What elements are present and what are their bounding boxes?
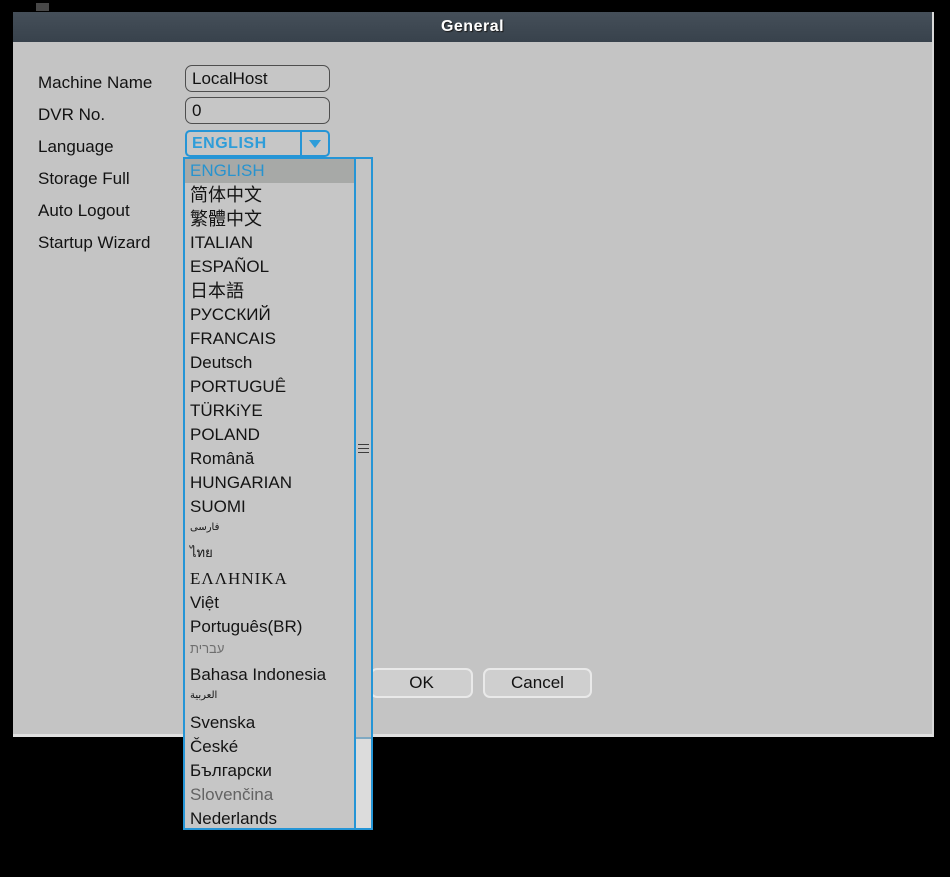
dropdown-option[interactable]: Bahasa Indonesia	[185, 663, 354, 687]
language-select-value: ENGLISH	[187, 135, 300, 153]
dropdown-option[interactable]: Việt	[185, 591, 354, 615]
dropdown-option[interactable]: České	[185, 735, 354, 759]
dropdown-option[interactable]: Български	[185, 759, 354, 783]
dropdown-option[interactable]: ไทย	[185, 543, 354, 567]
dropdown-option[interactable]: TÜRKiYE	[185, 399, 354, 423]
dropdown-option[interactable]: PORTUGUÊ	[185, 375, 354, 399]
dropdown-option[interactable]: العربية	[185, 687, 354, 711]
auto-logout-label: Auto Logout	[38, 201, 130, 221]
dropdown-option[interactable]: Svenska	[185, 711, 354, 735]
dropdown-option[interactable]: Deutsch	[185, 351, 354, 375]
dropdown-option[interactable]: Nederlands	[185, 807, 354, 828]
dropdown-option[interactable]: ΕΛΛΗΝΙΚΑ	[185, 567, 354, 591]
language-select-arrow-button[interactable]	[300, 132, 328, 155]
dropdown-option[interactable]: 简体中文	[185, 183, 354, 207]
dropdown-option[interactable]: Português(BR)	[185, 615, 354, 639]
dialog-title: General	[441, 18, 504, 36]
dvr-no-input[interactable]	[185, 97, 330, 124]
scrollbar-grip-icon	[358, 452, 369, 453]
chevron-down-icon	[309, 140, 321, 148]
dvr-no-label: DVR No.	[38, 105, 105, 125]
ok-button[interactable]: OK	[370, 668, 473, 698]
screen-artifact	[36, 3, 49, 11]
language-dropdown-list: ENGLISH简体中文繁體中文ITALIANESPAÑOL日本語РУССКИЙF…	[185, 159, 354, 828]
machine-name-input[interactable]	[185, 65, 330, 92]
language-select[interactable]: ENGLISH	[185, 130, 330, 157]
dropdown-option[interactable]: Slovenčina	[185, 783, 354, 807]
dropdown-scrollbar-thumb[interactable]	[356, 159, 371, 739]
dropdown-scrollbar[interactable]	[354, 159, 371, 828]
dropdown-option[interactable]: SUOMI	[185, 495, 354, 519]
storage-full-label: Storage Full	[38, 169, 130, 189]
dropdown-option[interactable]: فارسی	[185, 519, 354, 543]
general-settings-dialog: General Machine Name DVR No. Language St…	[13, 12, 934, 737]
dropdown-option[interactable]: 繁體中文	[185, 207, 354, 231]
scrollbar-grip-icon	[358, 444, 369, 445]
dropdown-option[interactable]: РУССКИЙ	[185, 303, 354, 327]
dropdown-option[interactable]: POLAND	[185, 423, 354, 447]
scrollbar-grip-icon	[358, 448, 369, 449]
machine-name-label: Machine Name	[38, 73, 152, 93]
dropdown-option[interactable]: עברית	[185, 639, 354, 663]
cancel-button[interactable]: Cancel	[483, 668, 592, 698]
startup-wizard-label: Startup Wizard	[38, 233, 150, 253]
language-dropdown-panel: ENGLISH简体中文繁體中文ITALIANESPAÑOL日本語РУССКИЙF…	[183, 157, 373, 830]
dropdown-option[interactable]: FRANCAIS	[185, 327, 354, 351]
dropdown-option[interactable]: HUNGARIAN	[185, 471, 354, 495]
dropdown-option[interactable]: Română	[185, 447, 354, 471]
dropdown-option[interactable]: 日本語	[185, 279, 354, 303]
dropdown-option-selected[interactable]: ENGLISH	[185, 159, 354, 183]
language-label: Language	[38, 137, 114, 157]
dropdown-option[interactable]: ITALIAN	[185, 231, 354, 255]
dialog-titlebar[interactable]: General	[13, 12, 932, 42]
dropdown-option[interactable]: ESPAÑOL	[185, 255, 354, 279]
